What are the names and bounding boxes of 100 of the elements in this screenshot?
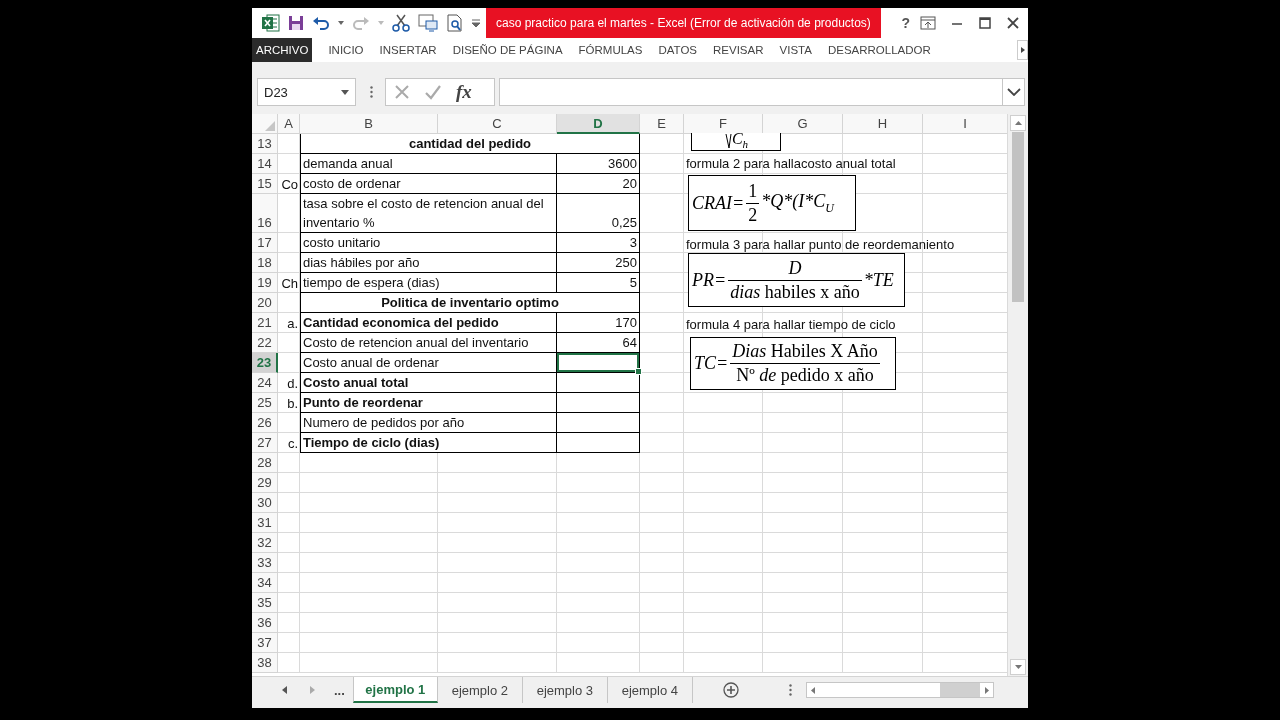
table-cell-text: Co	[280, 176, 299, 194]
table-cell-text: b.	[286, 395, 299, 413]
scrollbar-thumb[interactable]	[1012, 132, 1024, 302]
selected-cell[interactable]	[557, 353, 640, 373]
caret-icon[interactable]	[341, 89, 349, 95]
row-header[interactable]: 29	[252, 473, 278, 493]
sheet-tab[interactable]: ejemplo 2	[437, 677, 523, 703]
scroll-right-button[interactable]	[1017, 40, 1028, 60]
ribbon-tab[interactable]: DISEÑO DE PÁGINA	[444, 38, 571, 62]
column-header[interactable]: G	[763, 114, 843, 134]
table-cell: tiempo de espera (dias)	[300, 273, 557, 293]
column-header[interactable]: E	[640, 114, 684, 134]
triangle-right-icon[interactable]	[1020, 47, 1025, 53]
formula-label: formula 3 para hallar punto de reordemaniento	[686, 237, 955, 253]
column-header[interactable]: H	[843, 114, 923, 134]
row-header[interactable]: 26	[252, 413, 278, 433]
save-icon[interactable]	[288, 15, 304, 31]
row-header[interactable]: 33	[252, 553, 278, 573]
row-header[interactable]: 14	[252, 154, 278, 174]
cell-reference: D23	[264, 84, 288, 100]
row-header[interactable]: 34	[252, 573, 278, 593]
row-header[interactable]: 20	[252, 293, 278, 313]
fill-handle[interactable]	[635, 368, 642, 375]
equation: C$_{h}$	[691, 133, 781, 151]
ribbon-tab[interactable]: ARCHIVO	[252, 38, 313, 62]
ribbon-tab[interactable]: REVISAR	[705, 38, 772, 62]
ribbon-tab[interactable]: DATOS	[650, 38, 706, 62]
insert-function-button[interactable]: fx	[456, 81, 472, 103]
more-sheets-button[interactable]: ...	[326, 677, 353, 703]
triangle-left-icon[interactable]	[281, 686, 287, 694]
print-preview-icon[interactable]	[446, 14, 464, 32]
scissors-icon[interactable]	[392, 14, 410, 32]
equation: TC= Dias Habiles X Año Nº de pedido x año	[690, 337, 896, 390]
table-cell: Politica de inventario optimo	[300, 293, 640, 313]
table-cell: Numero de pedidos por año	[300, 413, 557, 433]
help-button[interactable]: ?	[901, 15, 910, 31]
row-header[interactable]: 19	[252, 273, 278, 293]
redo-icon	[352, 16, 370, 30]
triangle-right-icon[interactable]	[984, 686, 989, 694]
row-header[interactable]: 35	[252, 593, 278, 613]
row-header[interactable]: 25	[252, 393, 278, 413]
table-cell: 20	[557, 174, 640, 194]
row-header[interactable]: 28	[252, 453, 278, 473]
column-header[interactable]: C	[438, 114, 557, 134]
ribbon-tab[interactable]: INICIO	[320, 38, 372, 62]
column-header[interactable]: F	[684, 114, 763, 134]
row-header[interactable]: 31	[252, 513, 278, 533]
row-header[interactable]: 17	[252, 233, 278, 253]
row-header[interactable]: 32	[252, 533, 278, 553]
column-header[interactable]: D	[557, 114, 640, 134]
row-header[interactable]: 27	[252, 433, 278, 453]
table-cell: Punto de reordenar	[300, 393, 557, 413]
row-header[interactable]: 24	[252, 373, 278, 393]
column-header[interactable]: B	[300, 114, 438, 134]
formula-label: formula 2 para hallacosto anual total	[686, 156, 896, 172]
triangle-down-icon[interactable]	[1014, 665, 1022, 669]
column-header[interactable]: I	[923, 114, 1008, 134]
ribbon-tab[interactable]: DESARROLLADOR	[819, 38, 939, 62]
chevron-down-icon[interactable]	[1006, 88, 1021, 96]
table-cell: 3600	[557, 154, 640, 174]
row-header[interactable]: 13	[252, 134, 278, 154]
formula-input[interactable]	[499, 78, 1003, 106]
sheet-tab[interactable]: ejemplo 1	[352, 677, 438, 703]
row-header[interactable]: 21	[252, 313, 278, 333]
row-header[interactable]: 36	[252, 613, 278, 633]
undo-icon[interactable]	[312, 16, 330, 30]
ribbon-tab[interactable]: INSERTAR	[371, 38, 445, 62]
row-header[interactable]: 16	[252, 194, 278, 233]
check-icon[interactable]	[424, 84, 442, 100]
scrollbar-thumb[interactable]	[939, 683, 980, 697]
table-cell: Cantidad economica del pedido	[300, 313, 557, 333]
expand-formula-bar-button[interactable]	[1003, 78, 1025, 106]
column-header[interactable]: A	[278, 114, 300, 134]
ribbon-display-icon[interactable]	[920, 16, 936, 30]
caret-icon[interactable]	[338, 21, 344, 25]
table-cell-text: c.	[286, 435, 299, 453]
triangle-left-icon[interactable]	[810, 686, 815, 694]
table-cell: Tiempo de ciclo (dias)	[300, 433, 557, 453]
sheet-tab[interactable]: ejemplo 4	[607, 677, 693, 703]
row-header[interactable]: 30	[252, 493, 278, 513]
ribbon-tab[interactable]: VISTA	[771, 38, 820, 62]
row-header[interactable]: 23	[252, 353, 278, 373]
screen-icon[interactable]	[418, 14, 438, 32]
spreadsheet-app-icon	[262, 14, 280, 32]
ribbon-tab[interactable]: FÓRMULAS	[570, 38, 651, 62]
customize-caret-icon[interactable]	[472, 19, 480, 27]
table-cell: costo de ordenar	[300, 174, 557, 194]
triangle-up-icon[interactable]	[1014, 121, 1022, 125]
table-cell: 3	[557, 233, 640, 253]
plus-circle-icon[interactable]	[722, 682, 739, 698]
row-header[interactable]: 37	[252, 633, 278, 653]
scroll-up-button[interactable]	[1010, 115, 1026, 131]
row-header[interactable]: 22	[252, 333, 278, 353]
table-cell: 250	[557, 253, 640, 273]
name-box[interactable]: D23	[257, 78, 356, 106]
sheet-tab[interactable]: ejemplo 3	[522, 677, 608, 703]
row-header[interactable]: 15	[252, 174, 278, 194]
row-header[interactable]: 38	[252, 653, 278, 673]
scroll-down-button[interactable]	[1010, 659, 1026, 675]
row-header[interactable]: 18	[252, 253, 278, 273]
